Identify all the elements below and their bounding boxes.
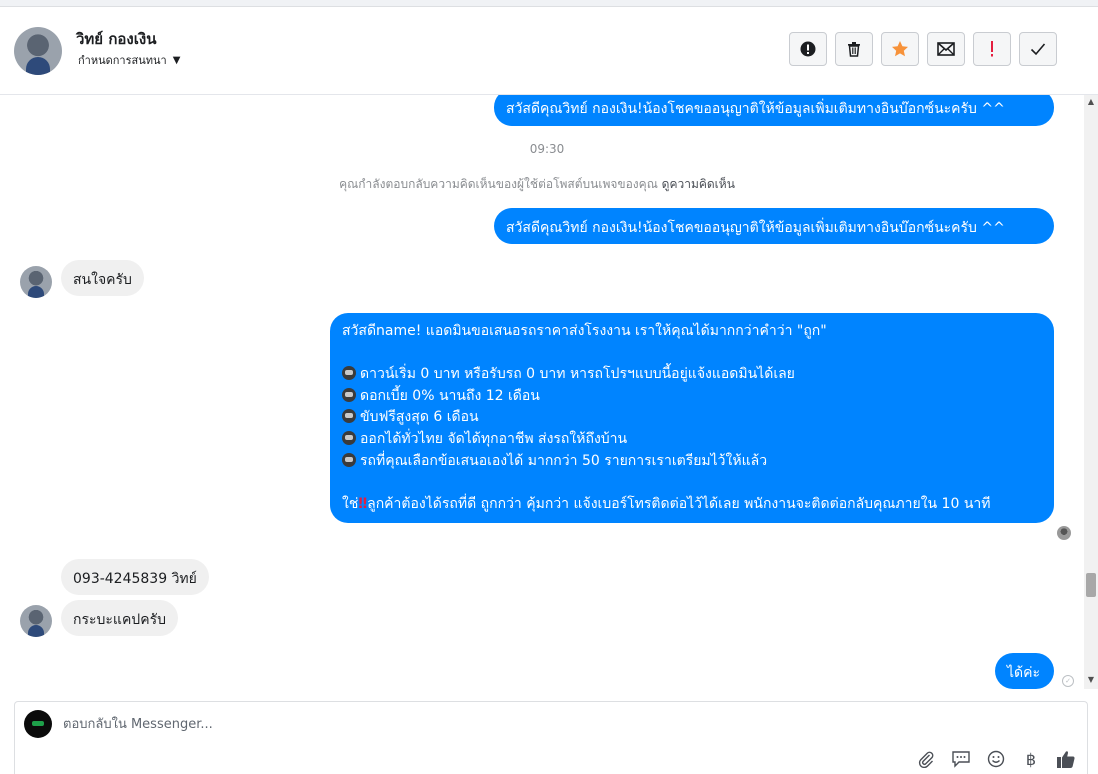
contact-avatar[interactable] [14,27,62,75]
car-emoji-icon [342,430,356,445]
promo-closing: ใช่‼ลูกค้าต้องได้รถที่ดี ถูกกว่า คุ้มกว่… [342,495,991,512]
thumbs-up-icon[interactable] [1055,748,1077,770]
reply-input[interactable] [63,714,763,734]
assign-conversation-dropdown[interactable]: กำหนดการสนทนา ▼ [78,51,180,69]
checkmark-icon [1030,43,1046,56]
seen-avatar [1057,526,1071,540]
conversation-header: วิทย์ กองเงิน กำหนดการสนทนา ▼ [0,7,1098,95]
notice-text: คุณกำลังตอบกลับความคิดเห็นของผู้ใช้ต่อโพ… [339,177,658,191]
incoming-message[interactable]: สนใจครับ [61,260,144,296]
scroll-thumb[interactable] [1086,573,1096,597]
double-exclamation-icon: ‼ [358,495,368,512]
reply-composer: ฿ [14,701,1088,774]
outgoing-promo-message[interactable]: สวัสดีname! แอดมินขอเสนอรถราคาส่งโรงงาน … [330,313,1054,524]
top-border [0,0,1098,7]
alert-circle-icon [800,41,816,57]
message-thread[interactable]: สวัสดีคุณวิทย์ กองเงิน!น้องโชคขออนุญาติใ… [0,95,1084,689]
promo-bullet: ดาวน์เริ่ม 0 บาท หรือรับรถ 0 บาท หารถโปร… [342,364,1042,386]
assign-label: กำหนดการสนทนา [78,54,167,67]
chat-scrollbar[interactable]: ▲ ▼ [1084,95,1098,689]
outgoing-message[interactable]: สวัสดีคุณวิทย์ กองเงิน!น้องโชคขออนุญาติใ… [494,208,1054,244]
outgoing-message[interactable]: สวัสดีคุณวิทย์ กองเงิน!น้องโชคขออนุญาติใ… [494,95,1054,126]
comment-reply-notice: คุณกำลังตอบกลับความคิดเห็นของผู้ใช้ต่อโพ… [0,175,1074,194]
promo-bullet: ดอกเบี้ย 0% นานถึง 12 เดือน [342,386,1042,408]
promo-bullet: ขับฟรีสูงสุด 6 เดือน [342,407,1042,429]
promo-greeting: สวัสดีname! แอดมินขอเสนอรถราคาส่งโรงงาน … [342,323,827,339]
page-avatar [24,710,52,738]
scroll-down-arrow-icon[interactable]: ▼ [1084,673,1098,687]
timestamp: 09:30 [529,142,565,156]
car-emoji-icon [342,409,356,424]
important-button[interactable] [973,32,1011,66]
scroll-up-arrow-icon[interactable]: ▲ [1084,95,1098,109]
contact-avatar-small[interactable] [20,605,52,637]
mark-unread-button[interactable] [927,32,965,66]
contact-avatar-small[interactable] [20,266,52,298]
action-toolbar [789,32,1057,66]
spam-button[interactable] [789,32,827,66]
paperclip-icon[interactable] [915,748,937,770]
exclamation-icon [991,41,993,57]
caret-down-icon: ▼ [172,54,181,66]
trash-icon [848,42,860,57]
incoming-message[interactable]: 093-4245839 วิทย์ [61,559,209,595]
star-icon [892,41,908,57]
view-comment-link[interactable]: ดูความคิดเห็น [662,177,735,191]
composer-tools: ฿ [915,748,1077,770]
saved-reply-icon[interactable] [950,748,972,770]
car-emoji-icon [342,366,356,381]
delete-button[interactable] [835,32,873,66]
car-emoji-icon [342,452,356,467]
outgoing-message[interactable]: ได้ค่ะ [995,653,1054,689]
contact-name[interactable]: วิทย์ กองเงิน [76,27,156,51]
envelope-icon [937,42,955,56]
incoming-message[interactable]: กระบะแคปครับ [61,600,178,636]
done-button[interactable] [1019,32,1057,66]
sent-check-icon: ✓ [1062,675,1074,687]
car-emoji-icon [342,387,356,402]
star-button[interactable] [881,32,919,66]
emoji-icon[interactable] [985,748,1007,770]
promo-bullet: ออกได้ทั่วไทย จัดได้ทุกอาชีพ ส่งรถให้ถึง… [342,429,1042,451]
baht-icon[interactable]: ฿ [1020,748,1042,770]
promo-bullet: รถที่คุณเลือกข้อเสนอเองได้ มากกว่า 50 รา… [342,451,1042,473]
